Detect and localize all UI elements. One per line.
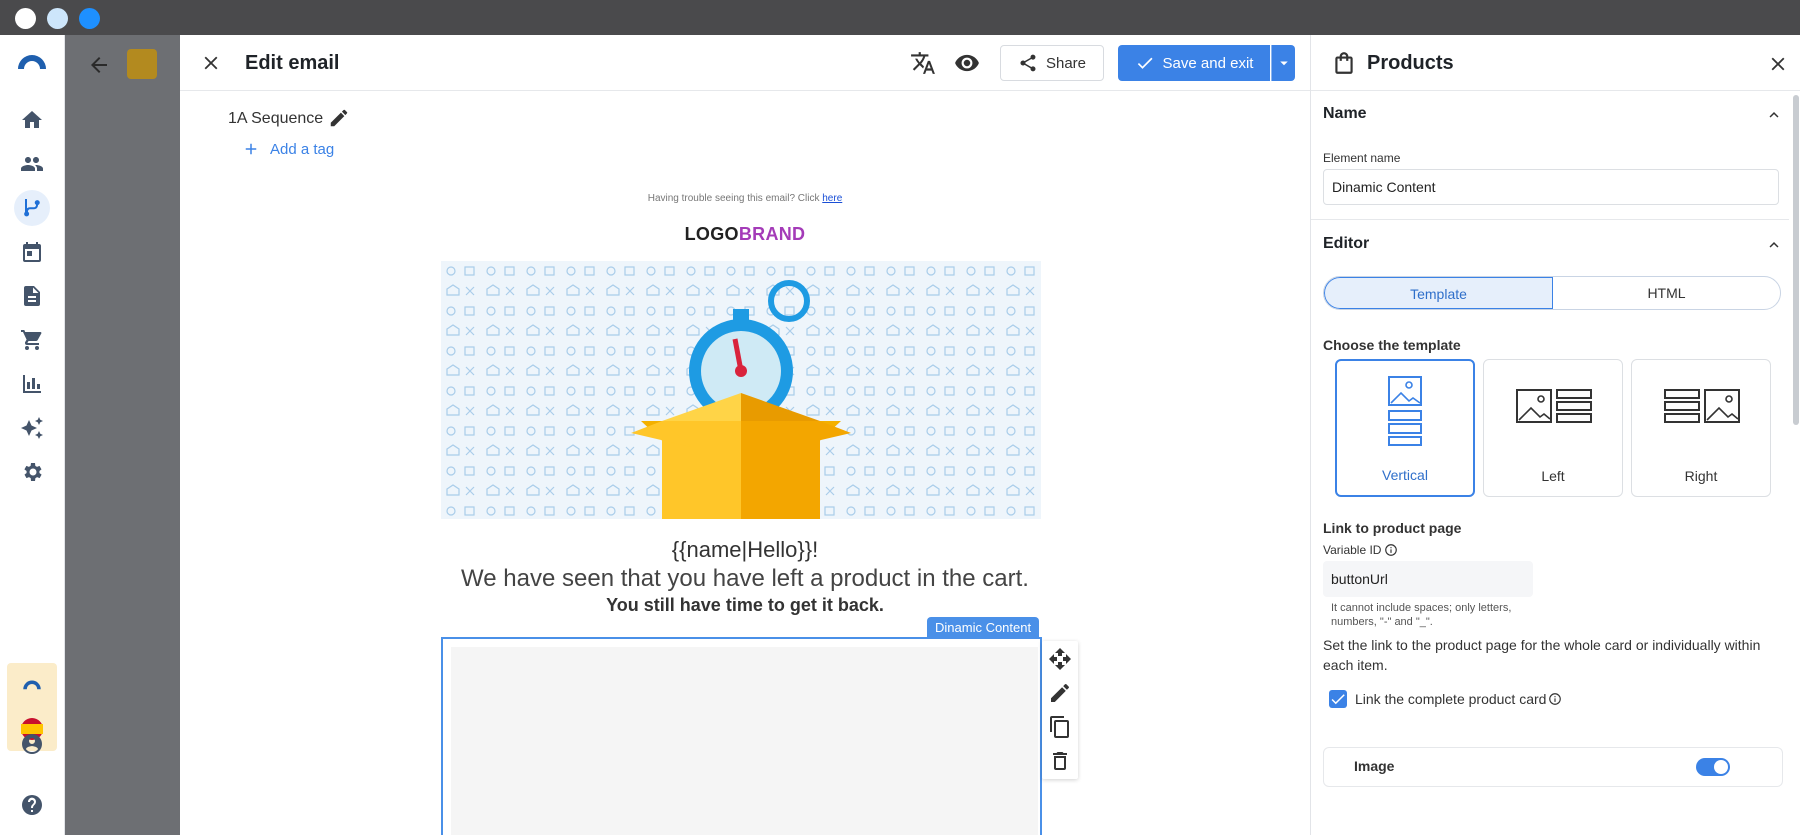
template-vertical-label: Vertical	[1382, 467, 1428, 483]
section-divider	[1311, 219, 1789, 220]
save-options-dropdown[interactable]	[1271, 45, 1295, 81]
image-item-label: Image	[1354, 758, 1395, 774]
edit-block-icon[interactable]	[1048, 681, 1072, 705]
check-icon	[1137, 57, 1153, 69]
link-card-label-row: Link the complete product card	[1355, 691, 1562, 707]
calendar-icon[interactable]	[18, 238, 46, 266]
translate-icon[interactable]	[910, 50, 936, 76]
duplicate-icon[interactable]	[1048, 715, 1072, 739]
edit-email-modal: Edit email Share Save and exit 1A Sequen…	[180, 35, 1310, 835]
template-left[interactable]: Left	[1483, 359, 1623, 497]
template-left-label: Left	[1541, 468, 1565, 484]
automation-flow-icon[interactable]	[14, 190, 50, 226]
variable-id-hint: It cannot include spaces; only letters, …	[1331, 602, 1512, 628]
template-right[interactable]: Right	[1631, 359, 1771, 497]
editor-section-header[interactable]: Editor	[1323, 235, 1369, 253]
info-icon[interactable]	[1548, 692, 1562, 706]
chevron-up-icon[interactable]	[1765, 236, 1783, 254]
products-panel: Products Name Element name Dinamic Conte…	[1310, 35, 1800, 835]
template-vertical[interactable]: Vertical	[1335, 359, 1475, 497]
variable-id-label: Variable ID	[1323, 543, 1382, 557]
help-icon[interactable]	[18, 791, 46, 819]
app-logo-icon[interactable]	[15, 47, 49, 75]
mail-badge-icon	[127, 49, 157, 79]
close-editor-icon[interactable]	[200, 52, 222, 74]
trouble-text: Having trouble seeing this email? Click	[647, 193, 820, 204]
window-minimize-dot[interactable]	[47, 8, 68, 29]
os-title-bar	[0, 0, 1800, 35]
chevron-up-icon[interactable]	[1765, 106, 1783, 124]
back-arrow-icon	[91, 57, 107, 73]
share-icon	[1020, 54, 1036, 72]
left-layout-icon	[1516, 389, 1592, 423]
image-item-row[interactable]: Image	[1323, 747, 1783, 787]
template-right-label: Right	[1684, 468, 1718, 484]
tab-template[interactable]: Template	[1324, 277, 1553, 309]
link-card-checkbox[interactable]	[1329, 690, 1347, 708]
panel-header: Products	[1311, 35, 1800, 91]
plus-icon	[245, 143, 257, 155]
shopping-bag-icon	[1335, 52, 1353, 74]
tab-html[interactable]: HTML	[1553, 277, 1780, 309]
view-online-notice: Having trouble seeing this email? Click …	[180, 193, 1310, 204]
editor-title: Edit email	[245, 52, 340, 74]
edit-pencil-icon[interactable]	[328, 107, 350, 129]
save-and-exit-button[interactable]: Save and exit	[1118, 45, 1270, 81]
delete-icon[interactable]	[1048, 749, 1072, 773]
link-description: Set the link to the product page for the…	[1323, 637, 1761, 673]
checkmark-icon	[1331, 694, 1345, 705]
user-account-icon[interactable]	[18, 730, 46, 758]
home-icon[interactable]	[18, 106, 46, 134]
app-sidebar	[0, 35, 65, 835]
ai-sparkle-icon[interactable]	[18, 414, 46, 442]
variable-id-input[interactable]: buttonUrl	[1323, 561, 1533, 597]
sequence-name: 1A Sequence	[228, 110, 324, 127]
editor-mode-toggle: Template HTML	[1323, 276, 1781, 310]
close-panel-icon[interactable]	[1767, 53, 1789, 75]
dynamic-content-badge: Dinamic Content	[927, 617, 1040, 639]
editor-header: Edit email Share Save and exit	[180, 35, 1310, 91]
contacts-icon[interactable]	[18, 150, 46, 178]
share-label: Share	[1045, 54, 1087, 72]
window-close-dot[interactable]	[15, 8, 36, 29]
share-button[interactable]: Share	[1000, 45, 1104, 81]
panel-scrollbar[interactable]	[1793, 95, 1799, 425]
element-name-input[interactable]: Dinamic Content	[1323, 169, 1779, 205]
link-section-header: Link to product page	[1323, 520, 1462, 536]
variable-id-label-row: Variable ID	[1323, 543, 1398, 557]
cart-icon[interactable]	[18, 326, 46, 354]
link-card-label[interactable]: Link the complete product card	[1355, 691, 1546, 707]
add-tag-link[interactable]: Add a tag	[242, 140, 334, 158]
email-logo: LOGOBRAND	[180, 224, 1310, 245]
save-label: Save and exit	[1162, 54, 1254, 72]
panel-title: Products	[1367, 52, 1454, 74]
preview-eye-icon[interactable]	[954, 50, 980, 76]
choose-template-label: Choose the template	[1323, 337, 1461, 353]
analytics-icon[interactable]	[18, 370, 46, 398]
logo-part-1: LOGO	[684, 224, 739, 244]
hero-image[interactable]	[441, 261, 1041, 519]
info-icon[interactable]	[1384, 543, 1398, 557]
add-tag-label: Add a tag	[270, 140, 335, 158]
settings-gear-icon[interactable]	[18, 458, 46, 486]
logo-part-2: BRAND	[738, 224, 806, 244]
document-icon[interactable]	[18, 282, 46, 310]
greeting-text[interactable]: {{name|Hello}}!	[180, 537, 1310, 563]
brand-mini-icon	[23, 680, 41, 690]
image-toggle[interactable]	[1696, 758, 1730, 776]
element-name-label: Element name	[1323, 151, 1401, 165]
vertical-layout-icon	[1388, 376, 1422, 446]
right-layout-icon	[1664, 389, 1740, 423]
name-section-header[interactable]: Name	[1323, 105, 1367, 123]
cart-message[interactable]: We have seen that you have left a produc…	[180, 565, 1310, 593]
chevron-down-icon	[1279, 61, 1288, 66]
dynamic-content-block[interactable]	[441, 637, 1042, 835]
window-maximize-dot[interactable]	[79, 8, 100, 29]
block-toolbar	[1042, 641, 1078, 779]
view-online-link[interactable]: here	[822, 193, 842, 204]
dynamic-content-placeholder	[451, 647, 1038, 835]
cart-message-strong[interactable]: You still have time to get it back.	[180, 595, 1310, 616]
move-icon[interactable]	[1048, 647, 1072, 671]
